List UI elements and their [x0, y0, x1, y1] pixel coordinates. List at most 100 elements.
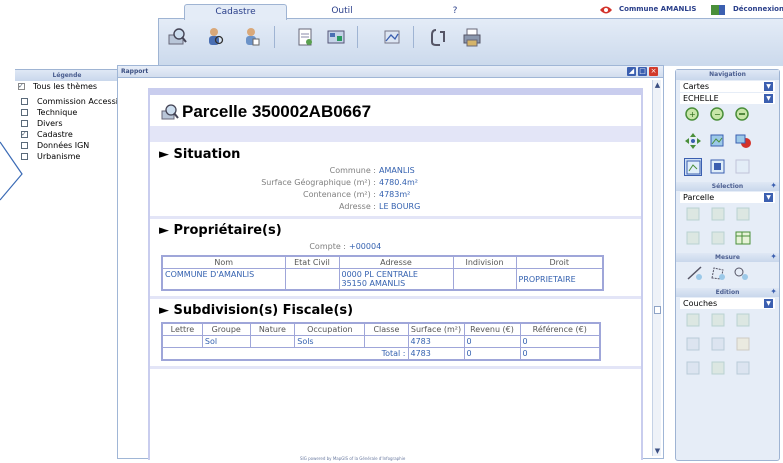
- select-clear-icon[interactable]: [684, 229, 702, 247]
- edit-note-icon[interactable]: [734, 335, 752, 353]
- navigation-title: Navigation: [676, 70, 779, 80]
- legend-item-cadastre[interactable]: Cadastre: [15, 129, 119, 140]
- legend-item-label: Cadastre: [37, 130, 73, 139]
- logout-icon[interactable]: [710, 3, 728, 17]
- legend-item-divers[interactable]: Divers: [15, 118, 119, 129]
- col-header: Lettre: [161, 322, 203, 336]
- map-select[interactable]: Cartes ▼: [680, 81, 775, 92]
- zoom-extent-icon[interactable]: [709, 132, 727, 150]
- edit-copy-icon[interactable]: [709, 335, 727, 353]
- logout-link[interactable]: Déconnexion: [733, 5, 783, 13]
- col-header: Occupation: [294, 322, 366, 336]
- table-row: COMMUNE D'AMANLIS 0000 PL CENTRALE 35150 …: [161, 268, 604, 291]
- chevron-down-icon[interactable]: ▼: [764, 299, 773, 308]
- col-header: Référence (€): [519, 322, 601, 336]
- person-search-icon[interactable]: [240, 26, 262, 48]
- edit-save-icon[interactable]: [734, 359, 752, 377]
- owner-droit: PROPRIETAIRE: [515, 268, 604, 291]
- measure-distance-icon[interactable]: [686, 264, 704, 282]
- close-icon[interactable]: ×: [649, 67, 658, 76]
- minimize-icon[interactable]: ◢: [627, 67, 636, 76]
- rapport-scrollbar[interactable]: ▲ ▼: [652, 80, 661, 456]
- edit-add-icon[interactable]: [684, 311, 702, 329]
- legend-item-commission[interactable]: Commission Accessibilité: [15, 96, 119, 107]
- scroll-thumb[interactable]: [654, 306, 661, 314]
- legend-item-all[interactable]: Tous les thèmes: [15, 81, 119, 92]
- info-tool-icon[interactable]: [684, 158, 702, 176]
- stop-icon[interactable]: [734, 132, 752, 150]
- expand-icon[interactable]: ✦: [770, 287, 777, 296]
- legend-checkbox[interactable]: [21, 120, 28, 127]
- parcel-title: Parcelle 350002AB0667: [150, 100, 641, 126]
- section-divider: [150, 366, 641, 369]
- chevron-down-icon[interactable]: ▼: [764, 94, 773, 103]
- tab-outil[interactable]: Outil: [317, 4, 367, 20]
- expand-icon[interactable]: ✦: [770, 181, 777, 190]
- select-grid-icon[interactable]: [709, 229, 727, 247]
- situation-row-surface: Surface Géographique (m²) : 4780.4m²: [261, 178, 418, 187]
- select-table-icon[interactable]: [734, 229, 752, 247]
- rapport-title: Rapport: [118, 66, 663, 78]
- edition-header: Edition ✦: [676, 287, 779, 297]
- owner-name: COMMUNE D'AMANLIS: [161, 268, 286, 291]
- edit-move-icon[interactable]: [684, 335, 702, 353]
- toolbar-separator: [357, 26, 358, 48]
- zoom-previous-icon[interactable]: [734, 106, 752, 124]
- scroll-down-icon[interactable]: ▼: [653, 446, 662, 456]
- edit-undo-icon[interactable]: [709, 359, 727, 377]
- legend-item-label: Données IGN: [37, 141, 90, 150]
- col-header: Droit: [515, 255, 604, 269]
- scale-select[interactable]: ECHELLE ▼: [680, 93, 775, 104]
- maximize-icon[interactable]: □: [638, 67, 647, 76]
- zoom-out-icon[interactable]: −: [709, 106, 727, 124]
- document-icon[interactable]: [294, 26, 316, 48]
- toolbar-separator: [274, 26, 275, 48]
- situation-title: ► Situation: [159, 147, 241, 162]
- tool-disabled-icon: [734, 158, 752, 176]
- legend-item-technique[interactable]: Technique: [15, 107, 119, 118]
- edit-delete-icon[interactable]: [734, 311, 752, 329]
- svg-text:+: +: [689, 110, 696, 119]
- select-poly-icon[interactable]: [734, 205, 752, 223]
- zoom-in-icon[interactable]: +: [684, 106, 702, 124]
- situation-row-commune: Commune : AMANLIS: [329, 166, 415, 175]
- owner-search-icon[interactable]: [203, 26, 225, 48]
- legend-checkbox[interactable]: [18, 81, 25, 92]
- selection-header: Sélection ✦: [676, 181, 779, 191]
- chevron-down-icon[interactable]: ▼: [764, 82, 773, 91]
- scroll-up-icon[interactable]: ▲: [653, 80, 662, 90]
- select-rect-icon[interactable]: [709, 205, 727, 223]
- pan-icon[interactable]: [684, 132, 702, 150]
- edit-modify-icon[interactable]: [709, 311, 727, 329]
- legend-item-label: Commission Accessibilité: [37, 97, 119, 106]
- col-header: Indivision: [452, 255, 517, 269]
- tab-cadastre[interactable]: Cadastre: [184, 4, 287, 20]
- legend-item-urbanisme[interactable]: Urbanisme: [15, 151, 119, 162]
- map-icon[interactable]: [381, 26, 403, 48]
- legend-item-ign[interactable]: Données IGN: [15, 140, 119, 151]
- legend-checkbox[interactable]: [21, 98, 28, 105]
- export-icon[interactable]: [325, 26, 347, 48]
- clip-icon[interactable]: [428, 26, 450, 48]
- measure-area-icon[interactable]: [709, 264, 727, 282]
- pointer-lines: [0, 141, 23, 201]
- owner-indivision: [452, 268, 517, 291]
- legend-checkbox[interactable]: [21, 109, 28, 116]
- tab-help[interactable]: ?: [435, 4, 475, 20]
- col-header: Etat Civil: [284, 255, 340, 269]
- selection-select[interactable]: Parcelle ▼: [680, 192, 775, 203]
- legend-panel: Légende Tous les thèmes Commission Acces…: [15, 69, 119, 463]
- select-point-icon[interactable]: [684, 205, 702, 223]
- section-band: [150, 126, 641, 142]
- legend-item-label: Divers: [37, 119, 63, 128]
- layers-select[interactable]: Couches ▼: [680, 298, 775, 309]
- layer-tool-icon[interactable]: [709, 158, 727, 176]
- commune-label: Commune AMANLIS: [619, 5, 697, 13]
- chevron-down-icon[interactable]: ▼: [764, 193, 773, 202]
- expand-icon[interactable]: ✦: [770, 252, 777, 261]
- edit-attr-icon[interactable]: [684, 359, 702, 377]
- parcel-search-icon[interactable]: [166, 26, 188, 48]
- measure-circle-icon[interactable]: [732, 264, 750, 282]
- proprietaires-table: Nom Etat Civil Adresse Indivision Droit …: [161, 255, 604, 291]
- print-icon[interactable]: [461, 26, 483, 48]
